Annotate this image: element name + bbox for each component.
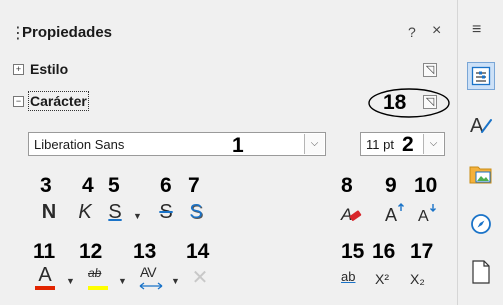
callout-ellipse <box>368 88 450 118</box>
callout-12: 12 <box>79 240 103 263</box>
properties-sidebar: ⋮ Propiedades ? × + Estilo ◹ − Carácter … <box>0 0 503 305</box>
shrink-font-icon: A <box>418 204 436 225</box>
bold-button[interactable]: N <box>37 199 61 225</box>
section-label-estilo[interactable]: Estilo <box>30 61 68 77</box>
underline-dropdown-arrow[interactable]: ▼ <box>133 211 142 221</box>
superscript-glyph: X² <box>375 271 389 287</box>
properties-panel: ⋮ Propiedades ? × + Estilo ◹ − Carácter … <box>0 0 457 305</box>
callout-1: 1 <box>232 134 244 157</box>
underline-button[interactable]: S <box>103 199 127 225</box>
more-options-caracter-button[interactable]: ◹ <box>423 95 437 109</box>
superscript-button[interactable]: X² <box>373 266 397 292</box>
callout-3: 3 <box>40 174 52 197</box>
callout-14: 14 <box>186 240 210 263</box>
chevron-down-icon[interactable]: ⌵ <box>423 134 443 154</box>
callout-13: 13 <box>133 240 157 263</box>
grow-font-button[interactable]: A <box>382 200 408 226</box>
tab-gallery[interactable] <box>467 160 495 188</box>
highlight-glyph: ab <box>88 266 102 280</box>
shrink-font-button[interactable]: A <box>414 200 440 226</box>
properties-icon <box>471 66 491 86</box>
section-label-caracter[interactable]: Carácter <box>28 91 89 111</box>
highlight-color-button[interactable]: ab <box>86 264 112 292</box>
subscript-glyph: X₂ <box>410 271 425 287</box>
case-glyph: ab <box>341 269 356 284</box>
callout-15: 15 <box>341 240 365 263</box>
callout-16: 16 <box>372 240 396 263</box>
callout-4: 4 <box>82 174 94 197</box>
callout-7: 7 <box>188 174 200 197</box>
callout-11: 11 <box>33 240 56 263</box>
svg-text:A: A <box>385 205 397 225</box>
highlight-color-bar <box>88 286 108 290</box>
font-color-glyph: A <box>38 264 52 286</box>
callout-5: 5 <box>108 174 120 197</box>
highlight-dropdown-arrow[interactable]: ▼ <box>118 276 127 286</box>
font-name-combobox[interactable]: Liberation Sans ⌵ <box>28 132 326 156</box>
styles-icon: A <box>470 115 492 136</box>
font-color-button[interactable]: A <box>33 264 59 292</box>
font-color-dropdown-arrow[interactable]: ▼ <box>66 276 75 286</box>
svg-text:A: A <box>418 208 429 225</box>
italic-button[interactable]: K <box>73 199 97 225</box>
spacing-glyph: AV <box>140 264 157 280</box>
clear-direct-formatting-button[interactable]: ✕ <box>188 265 212 291</box>
font-name-value: Liberation Sans <box>34 137 125 152</box>
font-color-bar <box>35 286 55 290</box>
close-button[interactable]: × <box>432 22 441 40</box>
font-size-value: 11 pt <box>366 137 394 152</box>
collapse-icon[interactable]: − <box>13 96 24 107</box>
callout-2: 2 <box>402 133 414 156</box>
callout-17: 17 <box>410 240 434 263</box>
expand-icon[interactable]: + <box>13 64 24 75</box>
grow-font-icon: A <box>385 203 404 225</box>
tab-page[interactable] <box>467 258 495 286</box>
callout-9: 9 <box>385 174 397 197</box>
callout-10: 10 <box>414 174 438 197</box>
change-case-button[interactable]: ab <box>338 266 364 292</box>
subscript-button[interactable]: X₂ <box>408 266 432 292</box>
tab-styles[interactable]: A <box>467 110 495 138</box>
navigator-icon <box>471 214 491 234</box>
eraser-icon: A <box>340 205 362 224</box>
sidebar-tabbar: ≡ A <box>457 0 503 305</box>
panel-titlebar: ⋮ Propiedades ? × <box>0 20 457 46</box>
gallery-icon <box>469 166 492 184</box>
shadow-button[interactable]: S <box>184 199 208 225</box>
panel-title: Propiedades <box>22 24 113 41</box>
callout-6: 6 <box>160 174 172 197</box>
tab-properties[interactable] <box>467 62 495 90</box>
page-icon <box>472 260 490 284</box>
strikethrough-button[interactable]: S <box>154 199 178 225</box>
help-button[interactable]: ? <box>408 24 416 40</box>
clear-formatting-button[interactable]: A <box>338 200 364 226</box>
spacing-arrows-icon <box>139 282 163 290</box>
tab-navigator[interactable] <box>467 210 495 238</box>
svg-text:A: A <box>340 205 352 224</box>
sidebar-menu-button[interactable]: ≡ <box>472 21 481 39</box>
character-spacing-button[interactable]: AV <box>137 264 165 292</box>
chevron-down-icon[interactable]: ⌵ <box>304 134 324 154</box>
section-estilo[interactable]: + Estilo ◹ <box>13 60 443 82</box>
callout-18: 18 <box>383 91 407 114</box>
more-options-estilo-button[interactable]: ◹ <box>423 63 437 77</box>
spacing-dropdown-arrow[interactable]: ▼ <box>171 276 180 286</box>
callout-8: 8 <box>341 174 353 197</box>
